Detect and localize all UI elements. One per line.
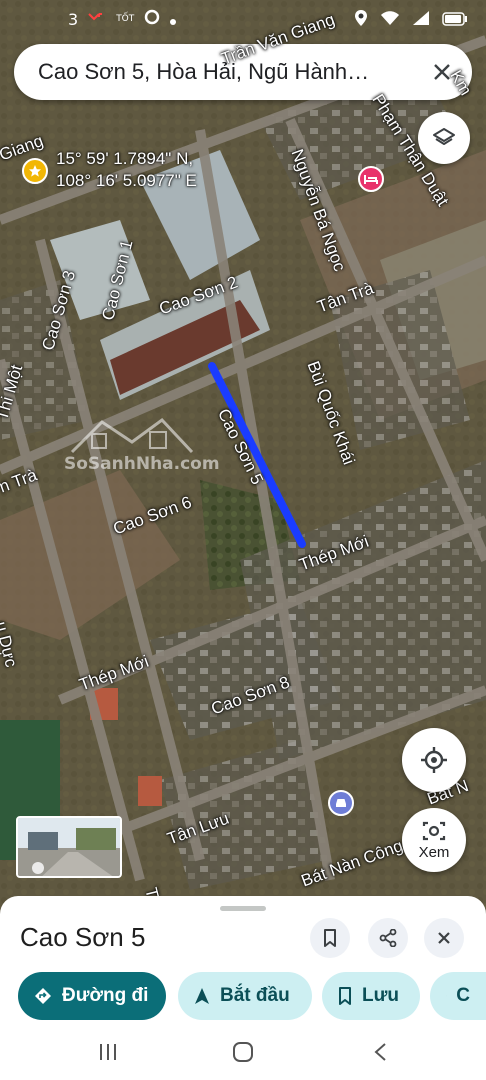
notification-count: 3 xyxy=(68,9,79,29)
my-location-button[interactable] xyxy=(402,728,466,792)
star-icon xyxy=(29,165,41,177)
bookmark-icon xyxy=(339,987,351,1005)
location-icon xyxy=(354,9,368,31)
coordinate-pin[interactable] xyxy=(22,158,48,184)
directions-button[interactable]: Đường đi xyxy=(18,972,166,1020)
bed-icon xyxy=(364,175,378,184)
close-icon xyxy=(438,932,450,944)
hotel-pin[interactable] xyxy=(358,166,384,192)
start-button[interactable]: Bắt đầu xyxy=(178,972,312,1020)
carrier-label: TỐT xyxy=(116,14,135,24)
share-chip-button[interactable]: C xyxy=(430,972,486,1020)
layers-icon xyxy=(433,128,455,145)
share-label: C xyxy=(456,985,470,1006)
dot-icon xyxy=(170,10,177,29)
crosshair-icon xyxy=(421,747,447,773)
street-view-thumbnail[interactable] xyxy=(16,816,122,878)
recent-apps-button[interactable] xyxy=(94,1038,122,1066)
share-icon xyxy=(379,929,397,947)
coordinate-lng: 108° 16' 5.0977" E xyxy=(56,171,197,190)
home-button[interactable] xyxy=(229,1038,257,1066)
lens-view-button[interactable]: Xem xyxy=(402,808,466,872)
watermark: SoSanhNha.com xyxy=(62,412,220,492)
coordinate-lat: 15° 59' 1.7894" N, xyxy=(56,149,194,168)
start-label: Bắt đầu xyxy=(220,985,290,1006)
back-button[interactable] xyxy=(366,1038,394,1066)
directions-label: Đường đi xyxy=(62,985,149,1006)
navigation-arrow-icon xyxy=(195,988,209,1004)
lens-view-label: Xem xyxy=(418,843,450,861)
back-icon xyxy=(374,1043,386,1061)
place-title: Cao Sơn 5 xyxy=(20,922,146,952)
circle-app-icon xyxy=(144,9,160,29)
save-label: Lưu xyxy=(362,985,399,1006)
save-chip-button[interactable]: Lưu xyxy=(322,972,420,1020)
wifi-icon xyxy=(380,10,400,30)
status-bar: 3 TỐT xyxy=(0,0,486,38)
bookmark-icon xyxy=(324,929,336,947)
camera-lens-icon xyxy=(422,821,446,840)
signal-icon xyxy=(412,10,430,30)
drag-handle[interactable] xyxy=(220,906,266,911)
home-icon xyxy=(233,1042,253,1062)
recent-apps-icon xyxy=(100,1044,116,1060)
coordinate-label: 15° 59' 1.7894" N, 108° 16' 5.0977" E xyxy=(56,148,197,192)
system-nav-bar xyxy=(0,1024,486,1080)
watermark-text: SoSanhNha.com xyxy=(64,454,220,474)
house-logo-icon xyxy=(70,418,194,454)
directions-icon xyxy=(35,988,51,1004)
car-icon xyxy=(336,799,346,807)
gas-station-pin[interactable] xyxy=(328,790,354,816)
save-place-button[interactable] xyxy=(310,918,350,958)
missed-call-icon xyxy=(88,10,106,29)
close-sheet-button[interactable] xyxy=(424,918,464,958)
battery-icon xyxy=(442,11,468,30)
street-view-preview xyxy=(18,818,120,876)
share-place-button[interactable] xyxy=(368,918,408,958)
